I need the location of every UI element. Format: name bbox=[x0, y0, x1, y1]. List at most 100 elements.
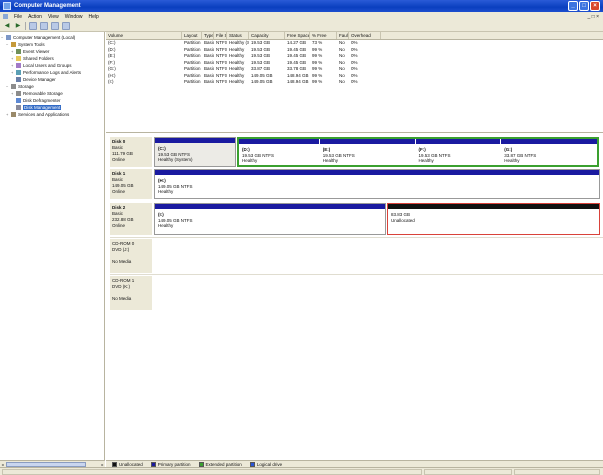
back-icon[interactable]: ◀ bbox=[3, 22, 11, 30]
help-icon[interactable] bbox=[62, 22, 70, 30]
disk-2-row: Disk 2 Basic 232.88 GB Online (I:) 149.0… bbox=[110, 203, 603, 235]
show-hide-tree-icon[interactable] bbox=[40, 22, 48, 30]
table-row[interactable]: (I:) Partition Basic NTFS Healthy 149.05 GB 14… bbox=[106, 79, 603, 86]
properties-icon[interactable] bbox=[51, 22, 59, 30]
tree-item-label: Disk Defragmenter bbox=[23, 98, 61, 103]
disk-2-info[interactable]: Disk 2 Basic 232.88 GB Online bbox=[110, 203, 152, 235]
tree-item-system-tools[interactable]: − System Tools bbox=[0, 41, 104, 48]
expand-icon[interactable]: + bbox=[11, 49, 15, 54]
column-header-layout[interactable]: Layout bbox=[182, 32, 202, 39]
cdrom-media: No Media bbox=[112, 259, 132, 264]
expand-icon[interactable]: + bbox=[11, 56, 15, 61]
tree-item-device-manager[interactable]: Device Manager bbox=[0, 76, 104, 83]
collapse-icon[interactable]: − bbox=[6, 84, 10, 89]
users-icon bbox=[16, 63, 21, 68]
storage-icon bbox=[11, 84, 16, 89]
row-divider bbox=[110, 274, 603, 275]
child-window-controls[interactable]: _ □ × bbox=[588, 14, 600, 20]
column-header-status[interactable]: Status bbox=[227, 32, 249, 39]
tree-item-disk-management[interactable]: Disk Management bbox=[0, 104, 104, 111]
cdrom-1-info[interactable]: CD-ROM 1 DVD (K:) No Media bbox=[110, 276, 152, 310]
legend-label: Unallocated bbox=[119, 461, 143, 467]
cdrom-media: No Media bbox=[112, 296, 132, 301]
partition-i[interactable]: (I:) 149.05 GB NTFS Healthy bbox=[154, 203, 386, 235]
tree-item-performance-logs[interactable]: + Performance Logs and Alerts bbox=[0, 69, 104, 76]
partition-c[interactable]: (C:) 19.53 GB NTFS Healthy (System) bbox=[154, 137, 236, 167]
logical-drive-e[interactable]: (E:) 19.53 GB NTFS Healthy bbox=[319, 139, 415, 165]
console-tree: − Computer Management (Local) − System T… bbox=[0, 32, 105, 460]
menu-help[interactable]: Help bbox=[89, 14, 99, 20]
column-header-file-system[interactable]: File System bbox=[214, 32, 227, 39]
column-header-volume[interactable]: Volume bbox=[106, 32, 182, 39]
disk-0-info[interactable]: Disk 0 Basic 111.79 GB Online bbox=[110, 137, 152, 167]
disk-1-info[interactable]: Disk 1 Basic 149.05 GB Online bbox=[110, 169, 152, 199]
tree-item-label: Device Manager bbox=[23, 77, 56, 82]
cdrom-drive: DVD (K:) bbox=[112, 284, 130, 289]
tree-item-removable-storage[interactable]: + Removable Storage bbox=[0, 90, 104, 97]
status-cell bbox=[424, 469, 512, 475]
column-header-capacity[interactable]: Capacity bbox=[249, 32, 285, 39]
legend-swatch bbox=[249, 461, 255, 467]
collapse-icon[interactable]: − bbox=[1, 35, 5, 40]
cell-fault-tolerance: No bbox=[339, 79, 345, 84]
menu-view[interactable]: View bbox=[48, 14, 59, 20]
cell-percent-free: 99 % bbox=[312, 79, 323, 84]
tree-item-label: Event Viewer bbox=[23, 49, 50, 54]
menu-file[interactable]: File bbox=[14, 14, 22, 20]
tree-item-shared-folders[interactable]: + Shared Folders bbox=[0, 55, 104, 62]
up-icon[interactable] bbox=[29, 22, 37, 30]
extended-partition[interactable]: (D:) 19.53 GB NTFS Healthy (E:) 19.53 GB… bbox=[237, 137, 599, 167]
row-divider bbox=[110, 237, 603, 238]
close-button[interactable]: × bbox=[590, 1, 600, 11]
cell-status: Healthy bbox=[229, 79, 245, 84]
tree-horizontal-scrollbar[interactable]: ◂ ▸ bbox=[0, 460, 105, 467]
tree-item-local-users[interactable]: + Local Users and Groups bbox=[0, 62, 104, 69]
legend-label: Logical drive bbox=[256, 461, 283, 467]
collapse-icon[interactable]: − bbox=[6, 42, 10, 47]
window-title-bar[interactable]: Computer Management _ □ × bbox=[0, 0, 603, 12]
unallocated-space[interactable]: 83.83 GB Unallocated bbox=[387, 203, 600, 235]
disk-1-row: Disk 1 Basic 149.05 GB Online (H:) 149.0… bbox=[110, 169, 603, 199]
cell-overhead: 0% bbox=[351, 79, 358, 84]
volume-list: Volume Layout Type File System Status Ca… bbox=[106, 32, 603, 132]
column-header-fault-tolerance[interactable]: Fault Tolerance bbox=[337, 32, 349, 39]
tree-item-computer-management[interactable]: − Computer Management (Local) bbox=[0, 34, 104, 41]
expand-icon[interactable]: + bbox=[11, 70, 15, 75]
cell-capacity: 149.05 GB bbox=[251, 79, 273, 84]
forward-icon[interactable]: ▶ bbox=[14, 22, 22, 30]
toolbar: ◀ ▶ bbox=[0, 21, 603, 32]
tree-item-disk-defragmenter[interactable]: Disk Defragmenter bbox=[0, 97, 104, 104]
maximize-button[interactable]: □ bbox=[579, 1, 589, 11]
legend-extended-partition: Extended partition bbox=[198, 461, 242, 467]
menu-window[interactable]: Window bbox=[65, 14, 83, 20]
minimize-button[interactable]: _ bbox=[568, 1, 578, 11]
computer-management-icon bbox=[3, 2, 11, 10]
logical-drive-d[interactable]: (D:) 19.53 GB NTFS Healthy bbox=[239, 139, 319, 165]
event-viewer-icon bbox=[16, 49, 21, 54]
disk-2-partitions: (I:) 149.05 GB NTFS Healthy 83.83 GB Una… bbox=[154, 203, 603, 235]
partition-status: Healthy bbox=[158, 223, 174, 228]
column-header-type[interactable]: Type bbox=[202, 32, 214, 39]
expand-icon[interactable]: + bbox=[6, 112, 10, 117]
window-title: Computer Management bbox=[14, 3, 81, 9]
device-manager-icon bbox=[16, 77, 21, 82]
tree-item-event-viewer[interactable]: + Event Viewer bbox=[0, 48, 104, 55]
column-header-percent-free[interactable]: % Free bbox=[310, 32, 337, 39]
tree-item-label: Local Users and Groups bbox=[23, 63, 72, 68]
cdrom-0-body[interactable] bbox=[154, 239, 603, 273]
expand-icon[interactable]: + bbox=[11, 63, 15, 68]
column-header-overhead[interactable]: Overhead bbox=[349, 32, 381, 39]
menu-action[interactable]: Action bbox=[28, 14, 42, 20]
tree-item-services-applications[interactable]: + Services and Applications bbox=[0, 111, 104, 118]
document-icon[interactable] bbox=[3, 14, 8, 19]
tree-item-label: Performance Logs and Alerts bbox=[23, 70, 82, 75]
expand-icon[interactable]: + bbox=[11, 91, 15, 96]
partition-h[interactable]: (H:) 149.05 GB NTFS Healthy bbox=[154, 169, 600, 199]
logical-drive-g[interactable]: (G:) 33.87 GB NTFS Healthy bbox=[501, 139, 598, 165]
logical-drive-f[interactable]: (F:) 19.53 GB NTFS Healthy bbox=[415, 139, 501, 165]
cdrom-0-info[interactable]: CD-ROM 0 DVD (J:) No Media bbox=[110, 239, 152, 273]
column-header-free-space[interactable]: Free Space bbox=[285, 32, 310, 39]
cell-type: Basic bbox=[204, 79, 214, 84]
cdrom-1-body[interactable] bbox=[154, 276, 603, 310]
tree-item-storage[interactable]: − Storage bbox=[0, 83, 104, 90]
